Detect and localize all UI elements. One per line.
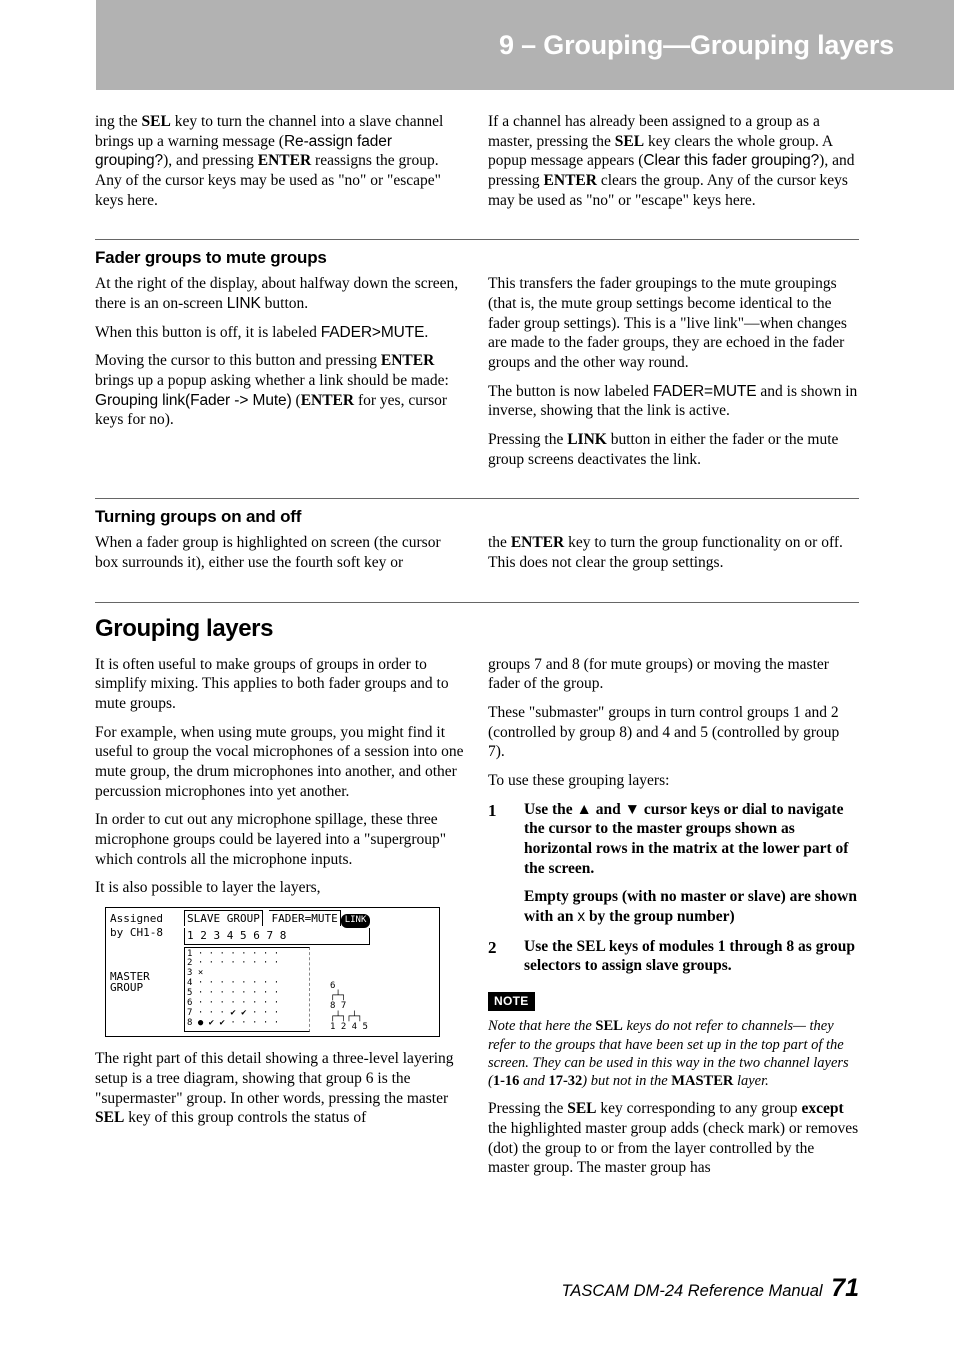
fader-right-p3: Pressing the LINK button in either the f… (488, 430, 859, 469)
layers-right-p1: groups 7 and 8 (for mute groups) or movi… (488, 655, 859, 694)
layers-heading: Grouping layers (95, 615, 859, 643)
section-rule-2 (95, 498, 859, 499)
page-number: 71 (831, 1274, 859, 1302)
turning-right: the ENTER key to turn the group function… (488, 533, 859, 581)
layers-left: It is often useful to make groups of gro… (95, 655, 466, 1187)
layers-columns: It is often useful to make groups of gro… (95, 655, 859, 1187)
layers-right-p4: Pressing the SEL key corresponding to an… (488, 1099, 859, 1178)
chapter-title: 9 – Grouping—Grouping layers (499, 30, 894, 61)
turning-heading: Turning groups on and off (95, 507, 859, 527)
tree-diagram: 6 ┌┴┐ 8 7 ┌┴┐┌┴┐ 1 2 4 5 (310, 947, 368, 1033)
grouping-matrix-figure: Assigned by CH1-8 SLAVE GROUP FADER=MUTE… (105, 907, 440, 1037)
page-footer: TASCAM DM-24 Reference Manual 71 (0, 1274, 954, 1303)
chapter-header-band: 9 – Grouping—Grouping layers (96, 0, 954, 90)
step-1-num: 1 (488, 800, 504, 822)
fader-right: This transfers the fader groupings to th… (488, 274, 859, 478)
fader-columns: At the right of the display, about halfw… (95, 274, 859, 478)
note-body: Note that here the SEL keys do not refer… (488, 1017, 859, 1090)
continuation-columns: ing the SEL key to turn the channel into… (95, 112, 859, 219)
fader-left: At the right of the display, about halfw… (95, 274, 466, 478)
turning-left: When a fader group is highlighted on scr… (95, 533, 466, 581)
layers-left-p1: It is often useful to make groups of gro… (95, 655, 466, 714)
fader-left-p2: When this button is off, it is labeled F… (95, 323, 466, 343)
cont-left-p1: ing the SEL key to turn the channel into… (95, 112, 466, 210)
layers-right: groups 7 and 8 (for mute groups) or movi… (488, 655, 859, 1187)
cont-right-p1: If a channel has already been assigned t… (488, 112, 859, 210)
section-rule (95, 239, 859, 240)
turning-right-p1: the ENTER key to turn the group function… (488, 533, 859, 572)
fader-heading: Fader groups to mute groups (95, 248, 859, 268)
major-rule (95, 602, 859, 603)
note-label: NOTE (488, 992, 535, 1011)
step-1: 1 Use the ▲ and ▼ cursor keys or dial to… (488, 800, 859, 927)
fader-left-p1: At the right of the display, about halfw… (95, 274, 466, 313)
page-content: ing the SEL key to turn the channel into… (0, 90, 954, 1337)
layers-left-p4: It is also possible to layer the layers, (95, 878, 466, 898)
layers-left-p2: For example, when using mute groups, you… (95, 723, 466, 802)
col-right: If a channel has already been assigned t… (488, 112, 859, 219)
layers-right-p2: These "submaster" groups in turn control… (488, 703, 859, 762)
fader-right-p2: The button is now labeled FADER=MUTE and… (488, 382, 859, 421)
layers-right-p3: To use these grouping layers: (488, 771, 859, 791)
step-2-body: Use the SEL keys of modules 1 through 8 … (524, 937, 859, 976)
layers-left-p3: In order to cut out any microphone spill… (95, 810, 466, 869)
col-left: ing the SEL key to turn the channel into… (95, 112, 466, 219)
footer-text: TASCAM DM-24 Reference Manual (562, 1282, 823, 1300)
fader-left-p3: Moving the cursor to this button and pre… (95, 351, 466, 430)
turning-left-p1: When a fader group is highlighted on scr… (95, 533, 466, 572)
step-1-body: Use the ▲ and ▼ cursor keys or dial to n… (524, 800, 859, 927)
layers-left-p5: The right part of this detail showing a … (95, 1049, 466, 1128)
link-icon: LINK (341, 914, 371, 927)
step-2-num: 2 (488, 937, 504, 959)
turning-columns: When a fader group is highlighted on scr… (95, 533, 859, 581)
step-2: 2 Use the SEL keys of modules 1 through … (488, 937, 859, 976)
fader-right-p1: This transfers the fader groupings to th… (488, 274, 859, 372)
